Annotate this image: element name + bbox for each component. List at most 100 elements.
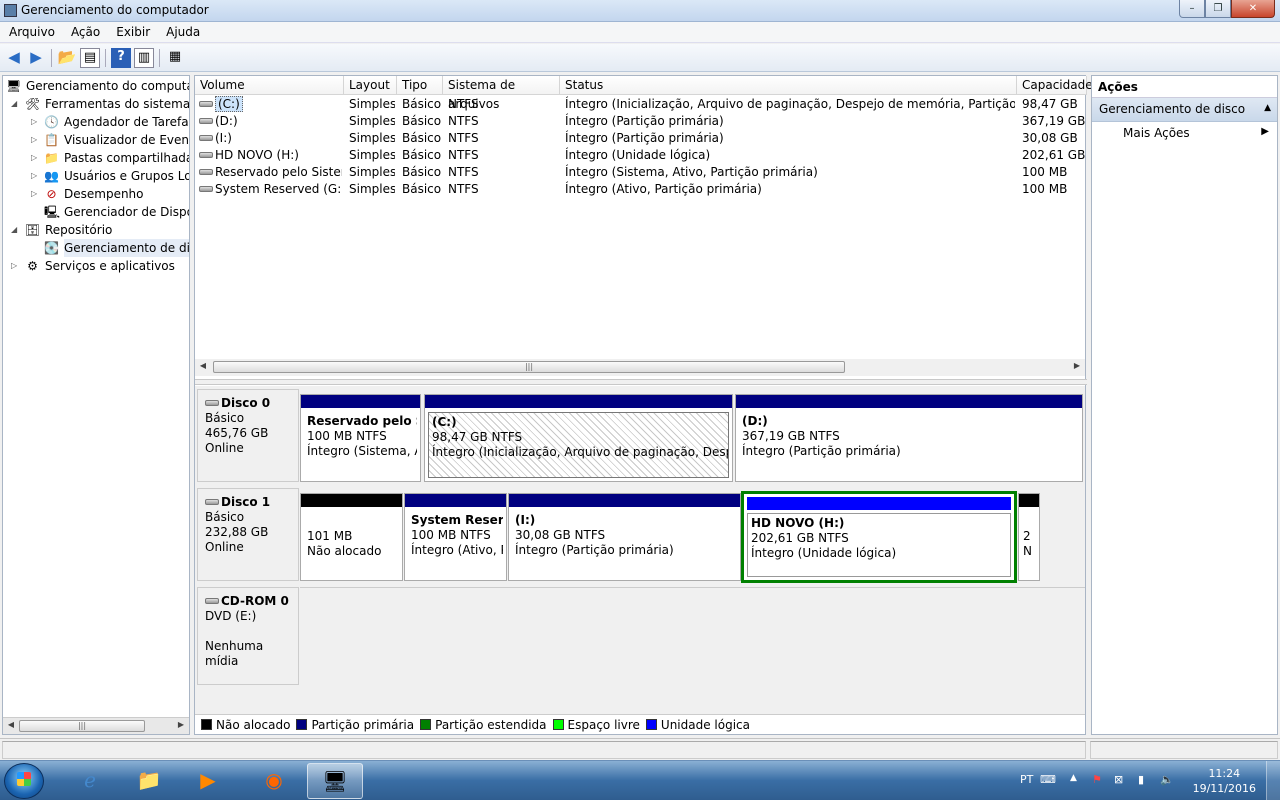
cell-layout: Simples [349,131,395,145]
show-hide-tree-icon[interactable]: ▤ [80,48,100,68]
language-indicator[interactable]: PT [1020,773,1033,786]
volume-row[interactable]: (I:) Simples Básico NTFS Íntegro (Partição p… [195,130,1087,147]
scroll-thumb[interactable]: ||| [213,361,845,373]
cell-status: Íntegro (Inicialização, Arquivo de pagin… [565,97,1015,111]
volume-row[interactable]: (D:) Simples Básico NTFS Íntegro (Partição p… [195,113,1087,130]
cell-fs: NTFS [448,148,479,162]
system-tray: PT ⌨ ▲ ⚑ ⊠ ▮ 🔈 11:24 19/11/2016 [1010,761,1280,800]
cell-tipo: Básico [402,182,442,196]
cell-status: Íntegro (Unidade lógica) [565,148,711,162]
cdrom-label[interactable]: CD-ROM 0 DVD (E:) Nenhuma mídia [197,587,299,685]
col-filesystem[interactable]: Sistema de arquivos [443,76,560,111]
legend-unallocated: Não alocado [201,718,290,732]
shared-folder-icon: 📁 [44,151,59,165]
legend-logical-drive: Unidade lógica [645,718,750,732]
disk1-label[interactable]: Disco 1 Básico 232,88 GB Online [197,488,299,581]
cell-tipo: Básico [402,148,442,162]
collapsed-arrow-icon[interactable]: ▷ [31,149,41,167]
collapsed-arrow-icon[interactable]: ▷ [11,257,21,275]
logical-drive-bar [747,497,1011,510]
primary-partition-bar [509,494,740,507]
action-center-flag-icon[interactable]: ⚑ [1092,773,1102,786]
scroll-thumb[interactable]: ||| [19,720,145,732]
partition-system-reserved-g[interactable]: System Reserve 100 MB NTFS Íntegro (Ativ… [404,493,507,581]
collapsed-arrow-icon[interactable]: ▷ [31,167,41,185]
partition-system-reserved[interactable]: Reservado pelo Sist 100 MB NTFS Íntegro … [300,394,421,482]
scroll-left-arrow-icon[interactable]: ◀ [5,720,17,729]
back-arrow-icon[interactable]: ◀ [4,48,24,68]
cell-status: Íntegro (Partição primária) [565,114,724,128]
expanded-arrow-icon[interactable]: ◢ [11,221,21,239]
volume-list-horizontal-scrollbar[interactable]: ◀ ||| ▶ [195,359,1085,376]
volume-row[interactable]: (C:) Simples Básico NTFS Íntegro (Inicializa… [195,96,1087,113]
disk-legend: Não alocado Partição primária Partição e… [195,714,1085,734]
tree-horizontal-scrollbar[interactable]: ◀ ||| ▶ [3,717,189,734]
primary-partition-bar [405,494,506,507]
show-hide-action-pane-icon[interactable]: ▥ [134,48,154,68]
more-actions-item[interactable]: Mais Ações ▶ [1092,122,1277,144]
keyboard-icon[interactable]: ⌨ [1040,773,1056,786]
volume-disk-icon [199,135,213,141]
volume-disk-icon [199,152,213,158]
col-capacity[interactable]: Capacidade [1017,76,1093,95]
partition-hd-novo-h[interactable]: HD NOVO (H:) 202,61 GB NTFS Íntegro (Uni… [741,491,1017,583]
title-bar: Gerenciamento do computador – ❐ ✕ [0,0,1280,22]
firefox-icon[interactable]: ◉ [246,763,302,799]
maximize-button[interactable]: ❐ [1205,0,1231,18]
menu-acao[interactable]: Ação [62,22,107,42]
collapsed-arrow-icon[interactable]: ▷ [31,131,41,149]
menu-ajuda[interactable]: Ajuda [157,22,207,42]
volume-icon[interactable]: 🔈 [1160,773,1174,786]
disk-properties-icon[interactable]: ▦ [165,48,185,68]
close-button[interactable]: ✕ [1231,0,1275,18]
scroll-right-arrow-icon[interactable]: ▶ [1071,361,1083,370]
partition-tail[interactable]: 2 N [1018,493,1040,581]
volume-row[interactable]: System Reserved (G:) Simples Básico NTFS Ínt… [195,181,1087,198]
expanded-arrow-icon[interactable]: ◢ [11,95,21,113]
collapse-up-icon[interactable]: ▲ [1264,103,1271,113]
partition-unallocated[interactable]: 101 MB Não alocado [300,493,403,581]
col-layout[interactable]: Layout [344,76,397,95]
network-warning-icon[interactable]: ⊠ [1114,773,1123,786]
col-status[interactable]: Status [560,76,1017,95]
help-icon[interactable]: ? [111,48,131,68]
signal-icon[interactable]: ▮ [1138,773,1144,786]
show-hidden-icons-icon[interactable]: ▲ [1070,773,1077,783]
partition-d[interactable]: (D:) 367,19 GB NTFS Íntegro (Partição pr… [735,394,1083,482]
collapsed-arrow-icon[interactable]: ▷ [31,113,41,131]
actions-pane: Ações Gerenciamento de disco ▲ Mais Açõe… [1091,75,1278,735]
file-explorer-icon[interactable]: 📁 [121,763,177,799]
cell-fs: NTFS [448,131,479,145]
scroll-left-arrow-icon[interactable]: ◀ [197,361,209,370]
actions-section-disk-management[interactable]: Gerenciamento de disco ▲ [1092,98,1277,122]
cell-fs: NTFS [448,182,479,196]
disk0-label[interactable]: Disco 0 Básico 465,76 GB Online [197,389,299,482]
users-icon: 👥 [44,169,59,183]
internet-explorer-icon[interactable]: ℯ [62,763,118,799]
start-button[interactable] [4,763,44,799]
show-desktop-button[interactable] [1266,761,1280,800]
collapsed-arrow-icon[interactable]: ▷ [31,185,41,203]
legend-extended-partition: Partição estendida [420,718,547,732]
clock[interactable]: 11:24 19/11/2016 [1193,766,1256,796]
pane-splitter[interactable] [195,379,1087,385]
cell-cap: 367,19 GB [1022,114,1086,128]
partition-c[interactable]: (C:) 98,47 GB NTFS Íntegro (Inicializaçã… [424,394,733,482]
menu-exibir[interactable]: Exibir [107,22,157,42]
cell-status: Íntegro (Sistema, Ativo, Partição primár… [565,165,818,179]
up-folder-icon[interactable]: 📂 [57,48,77,68]
col-volume[interactable]: Volume [195,76,344,95]
cell-cap: 100 MB [1022,182,1068,196]
tools-icon: 🛠 [25,97,41,111]
cell-volume: (C:) [199,96,342,113]
volume-row[interactable]: HD NOVO (H:) Simples Básico NTFS Íntegro (Un… [195,147,1087,164]
partition-i[interactable]: (I:) 30,08 GB NTFS Íntegro (Partição pri… [508,493,741,581]
computer-management-taskbar-icon[interactable]: 🖥 [307,763,363,799]
media-player-icon[interactable]: ▶ [180,763,236,799]
volume-row[interactable]: Reservado pelo Sistema Simples Básico NTFS Í… [195,164,1087,181]
minimize-button[interactable]: – [1179,0,1205,18]
forward-arrow-icon[interactable]: ▶ [26,48,46,68]
scroll-right-arrow-icon[interactable]: ▶ [175,720,187,729]
col-tipo[interactable]: Tipo [397,76,443,95]
menu-arquivo[interactable]: Arquivo [0,22,62,42]
